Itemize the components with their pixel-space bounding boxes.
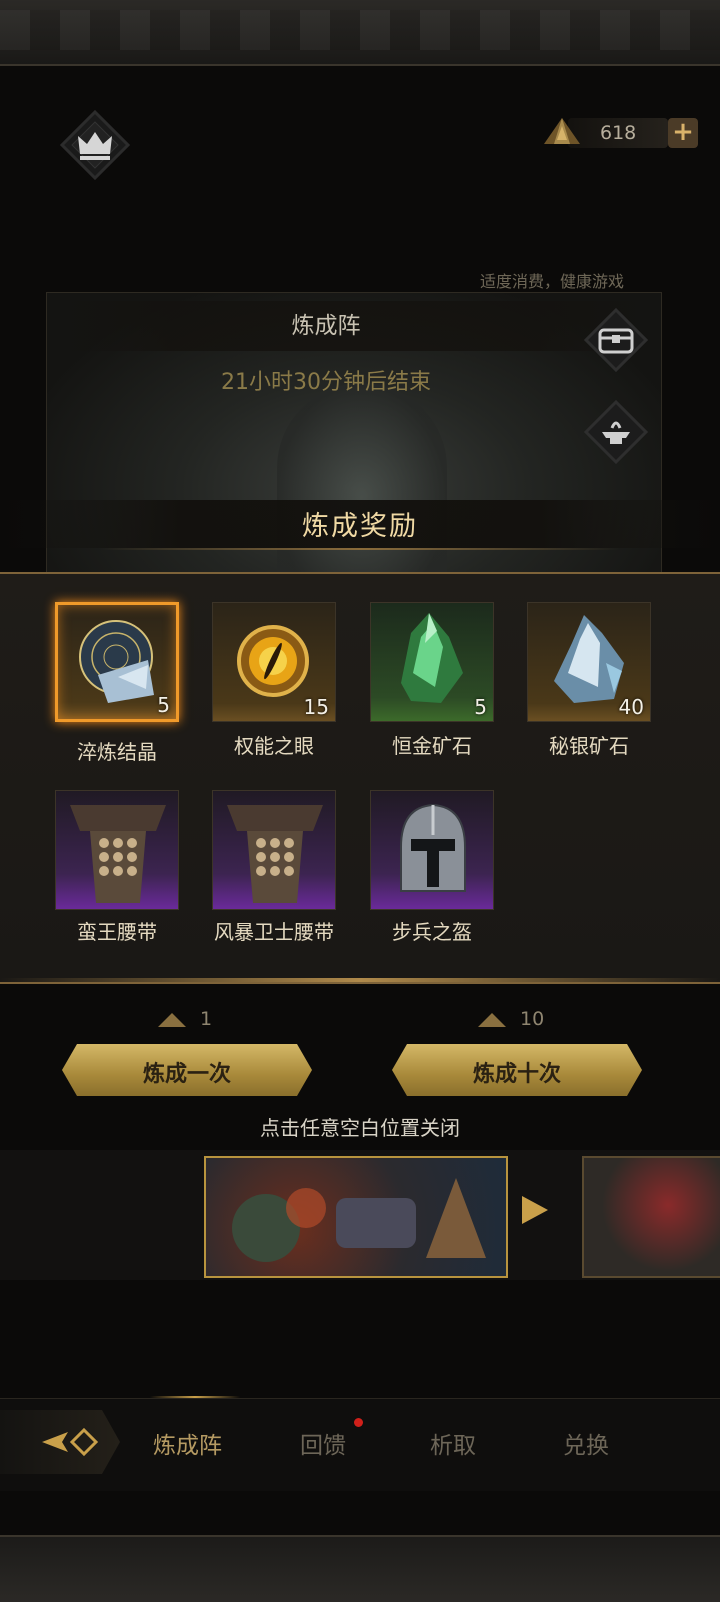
forge-ten-label: 炼成十次 <box>472 1062 561 1087</box>
crown-icon <box>59 109 131 181</box>
forge-ten-cost-value: 10 <box>520 1008 545 1030</box>
tab-forge-array[interactable]: 炼成阵 <box>153 1426 222 1460</box>
item-count: 5 <box>474 695 487 719</box>
promo-card-next[interactable] <box>582 1156 720 1278</box>
top-frame <box>0 0 720 66</box>
reward-item-eye-of-authority[interactable]: 15 <box>212 602 336 722</box>
promo-card-main[interactable] <box>204 1156 508 1278</box>
item-name: 秘银矿石 <box>549 734 629 758</box>
reward-item-storm-guard-belt[interactable] <box>212 790 336 910</box>
item-name: 步兵之盔 <box>392 920 472 944</box>
crown-button[interactable] <box>59 109 131 181</box>
reward-item-tempering-crystal[interactable]: 5 <box>55 602 179 722</box>
bottom-frame <box>0 1535 720 1602</box>
add-currency-button[interactable]: + <box>668 118 698 148</box>
item-count: 40 <box>618 695 644 719</box>
health-notice: 适度消费，健康游戏 <box>480 272 625 291</box>
forge-once-cost-value: 1 <box>200 1008 213 1030</box>
promo-art-image <box>232 1178 486 1262</box>
forge-ten-button[interactable]: 炼成十次 <box>392 1044 642 1096</box>
belt-icon <box>70 805 166 903</box>
chest-button[interactable] <box>583 307 649 373</box>
reward-item-mithril-ore[interactable]: 40 <box>527 602 651 722</box>
item-name: 蛮王腰带 <box>77 920 157 944</box>
belt-icon <box>227 805 323 903</box>
tab-extract[interactable]: 析取 <box>430 1426 476 1460</box>
forge-button[interactable] <box>583 399 649 465</box>
anvil-icon <box>583 399 649 465</box>
item-count: 5 <box>157 693 170 717</box>
reward-header-line <box>100 548 620 550</box>
gem-icon <box>158 1012 186 1027</box>
carousel-next-arrow[interactable] <box>522 1196 548 1224</box>
currency-value: 618 <box>600 122 637 144</box>
reward-panel-glow <box>0 978 720 982</box>
currency-display: 618 + <box>540 114 700 154</box>
item-count: 15 <box>303 695 329 719</box>
item-name: 风暴卫士腰带 <box>214 920 334 944</box>
banner-timer: 21小时30分钟后结束 <box>221 370 431 395</box>
forge-ten-cost: 10 <box>478 1008 544 1030</box>
forge-once-button[interactable]: 炼成一次 <box>62 1044 312 1096</box>
reward-item-barbarian-king-belt[interactable] <box>55 790 179 910</box>
helmet-icon <box>400 803 466 892</box>
gem-icon <box>544 118 580 144</box>
notification-dot <box>354 1418 363 1427</box>
reward-title: 炼成奖励 <box>302 511 418 542</box>
tab-feedback[interactable]: 回馈 <box>300 1426 346 1460</box>
reward-item-infantry-helm[interactable] <box>370 790 494 910</box>
item-name: 权能之眼 <box>234 734 314 758</box>
chest-icon <box>583 307 649 373</box>
gem-icon <box>478 1012 506 1027</box>
active-tab-indicator <box>150 1396 240 1398</box>
banner-title: 炼成阵 <box>291 313 361 339</box>
tab-exchange[interactable]: 兑换 <box>563 1426 609 1460</box>
item-name: 恒金矿石 <box>392 734 472 758</box>
back-button[interactable] <box>0 1410 120 1474</box>
close-hint: 点击任意空白位置关闭 <box>260 1116 460 1140</box>
reward-item-eternal-gold-ore[interactable]: 5 <box>370 602 494 722</box>
forge-once-cost: 1 <box>158 1008 212 1030</box>
item-name: 淬炼结晶 <box>77 740 157 764</box>
forge-once-label: 炼成一次 <box>142 1062 231 1087</box>
back-arrow-icon <box>42 1427 99 1457</box>
